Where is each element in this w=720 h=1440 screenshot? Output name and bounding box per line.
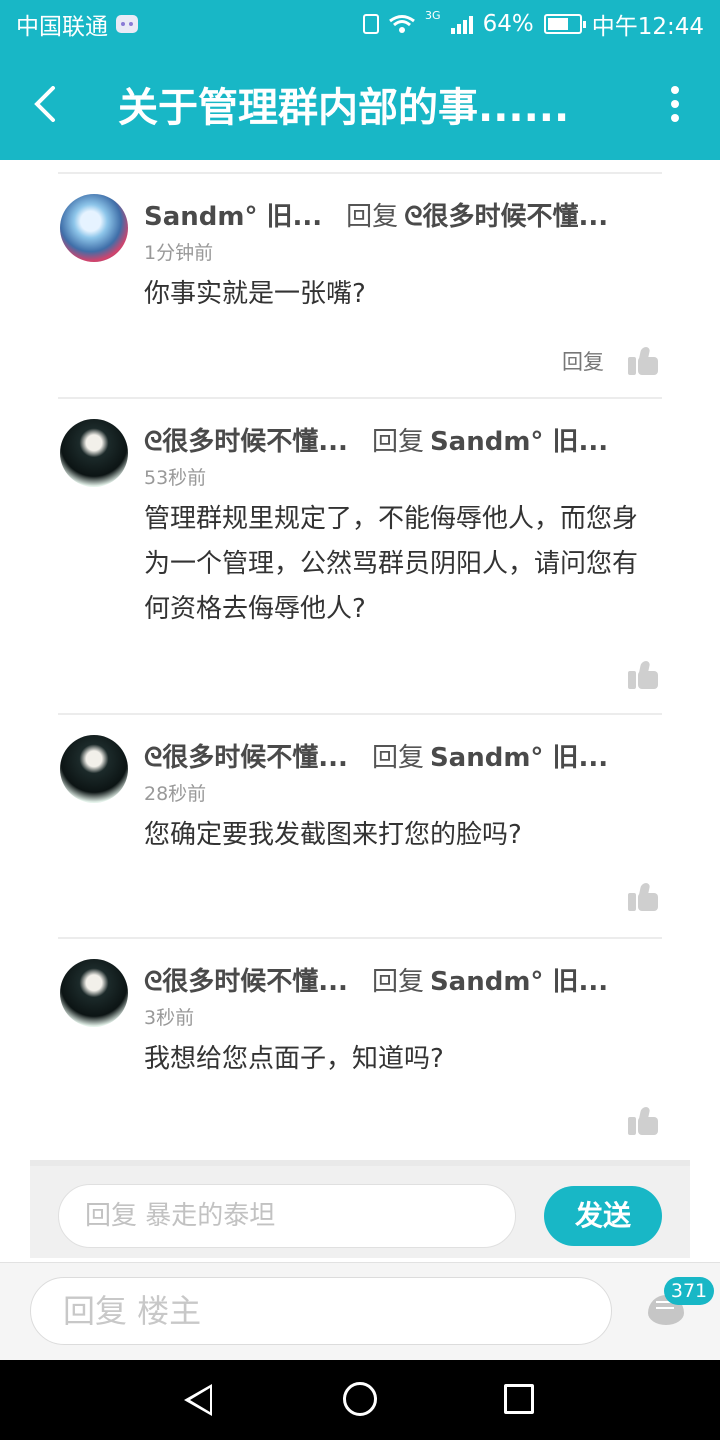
battery-icon xyxy=(543,14,586,34)
nav-back-icon[interactable] xyxy=(184,1384,212,1416)
reply-bar: 回复 暴走的泰坦 发送 xyxy=(30,1160,690,1258)
send-button[interactable]: 发送 xyxy=(544,1186,662,1246)
comment-item: ᘓ很多时候不懂... 回复 Sandm° 旧... 3秒前 我想给您点面子，知道吗? xyxy=(58,937,662,1160)
title-bar: 关于管理群内部的事...... xyxy=(0,48,720,160)
reply-word: 回复 xyxy=(371,967,424,997)
reply-target[interactable]: Sandm° 旧... xyxy=(430,967,608,997)
more-button[interactable] xyxy=(630,48,720,160)
comment-list: Sandm° 旧... 回复 ᘓ很多时候不懂... 1分钟前 你事实就是一张嘴? 回… xyxy=(58,160,662,1160)
comment-author[interactable]: Sandm° 旧... xyxy=(144,202,322,232)
message-badge-icon xyxy=(116,15,138,33)
reply-button[interactable]: 回复 xyxy=(562,346,604,376)
comment-author[interactable]: ᘓ很多时候不懂... xyxy=(144,427,348,457)
comment-actions xyxy=(628,883,658,911)
comment-time: 28秒前 xyxy=(144,783,207,805)
thumbs-up-icon[interactable] xyxy=(628,883,658,911)
wifi-icon xyxy=(389,15,415,33)
more-vertical-icon xyxy=(671,86,679,122)
comment-actions xyxy=(628,661,658,689)
comment-text: 我想给您点面子，知道吗? xyxy=(144,1044,444,1074)
comment-header: ᘓ很多时候不懂... 回复 Sandm° 旧... xyxy=(144,737,662,774)
comment-author[interactable]: ᘓ很多时候不懂... xyxy=(144,743,348,773)
comment-actions: 回复 xyxy=(562,346,658,376)
battery-percent: 64% xyxy=(482,11,534,37)
signal-icon xyxy=(450,14,473,34)
reply-word: 回复 xyxy=(371,743,424,773)
avatar[interactable] xyxy=(60,419,128,487)
status-time: 中午12:44 xyxy=(591,14,704,40)
thumbs-up-icon[interactable] xyxy=(628,347,658,375)
avatar[interactable] xyxy=(60,959,128,1027)
avatar[interactable] xyxy=(60,194,128,262)
reply-word: 回复 xyxy=(346,202,399,232)
reply-target[interactable]: Sandm° 旧... xyxy=(430,743,608,773)
comment-time: 3秒前 xyxy=(144,1007,195,1029)
thumbs-up-icon[interactable] xyxy=(628,661,658,689)
comment-header: Sandm° 旧... 回复 ᘓ很多时候不懂... xyxy=(144,196,662,233)
comment-time: 53秒前 xyxy=(144,467,207,489)
comment-text: 你事实就是一张嘴? xyxy=(144,279,366,309)
thumbs-up-icon[interactable] xyxy=(628,1107,658,1135)
nav-home-icon[interactable] xyxy=(343,1382,377,1416)
reply-floor-input[interactable]: 回复 楼主 xyxy=(30,1277,612,1345)
comment-author[interactable]: ᘓ很多时候不懂... xyxy=(144,967,348,997)
network-type: 3G xyxy=(425,9,441,22)
comment-item: ᘓ很多时候不懂... 回复 Sandm° 旧... 28秒前 您确定要我发截图来打您… xyxy=(58,713,662,937)
comment-header: ᘓ很多时候不懂... 回复 Sandm° 旧... xyxy=(144,961,662,998)
comment-item: ᘓ很多时候不懂... 回复 Sandm° 旧... 53秒前 管理群规里规定了，不能… xyxy=(58,397,662,713)
carrier-name: 中国联通 xyxy=(16,14,108,40)
comment-text: 您确定要我发截图来打您的脸吗? xyxy=(144,820,522,850)
bottom-bar: 回复 楼主 371 xyxy=(0,1262,720,1360)
back-button[interactable] xyxy=(0,48,90,160)
chevron-left-icon xyxy=(34,86,55,122)
status-bar: 中国联通 3G 64% 中午12:44 xyxy=(0,0,720,48)
nav-recent-apps-icon[interactable] xyxy=(504,1384,534,1414)
avatar[interactable] xyxy=(60,735,128,803)
comment-actions xyxy=(628,1107,658,1135)
comment-count-badge: 371 xyxy=(664,1277,714,1305)
comment-header: ᘓ很多时候不懂... 回复 Sandm° 旧... xyxy=(144,421,662,458)
reply-word: 回复 xyxy=(371,427,424,457)
reply-target[interactable]: ᘓ很多时候不懂... xyxy=(404,202,608,232)
reply-target[interactable]: Sandm° 旧... xyxy=(430,427,608,457)
comment-item: Sandm° 旧... 回复 ᘓ很多时候不懂... 1分钟前 你事实就是一张嘴? 回… xyxy=(58,172,662,397)
comment-text: 管理群规里规定了，不能侮辱他人，而您身为一个管理，公然骂群员阴阳人，请问您有何资… xyxy=(144,504,639,624)
reply-input[interactable]: 回复 暴走的泰坦 xyxy=(58,1184,516,1248)
vibrate-icon xyxy=(363,14,380,34)
page-title: 关于管理群内部的事...... xyxy=(118,85,570,131)
comment-time: 1分钟前 xyxy=(144,242,214,264)
system-nav-bar xyxy=(0,1360,720,1440)
